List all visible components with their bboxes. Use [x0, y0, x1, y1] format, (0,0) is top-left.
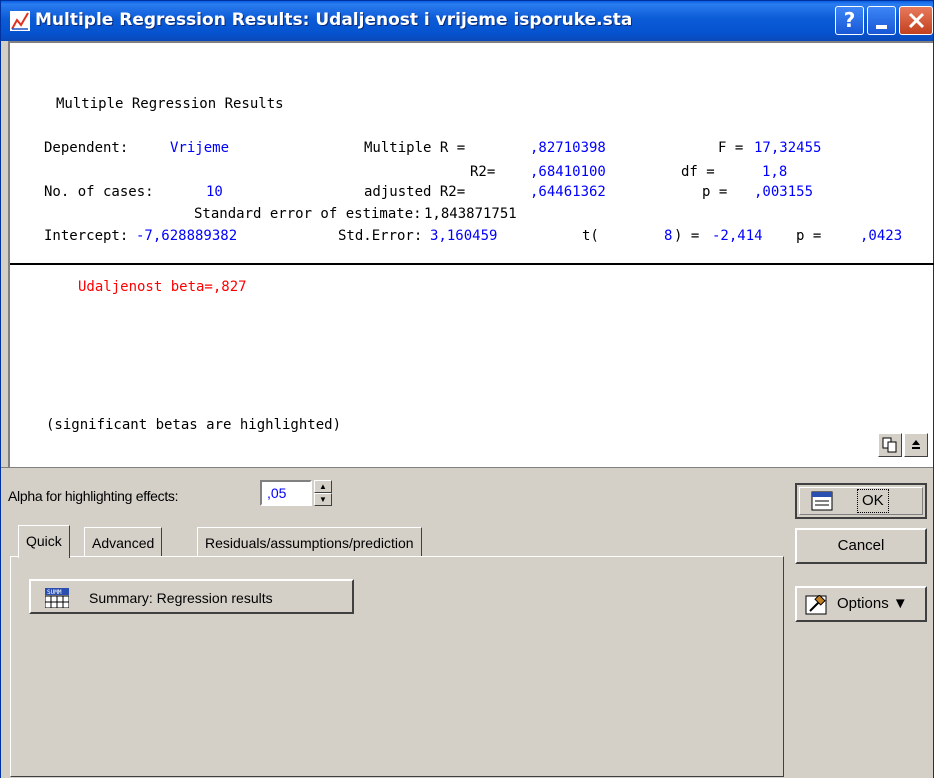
- alpha-spinner[interactable]: ▲ ▼: [314, 480, 332, 506]
- dependent-value: Vrijeme: [170, 140, 230, 156]
- df-value: 1,8: [762, 164, 788, 180]
- collapse-output-button[interactable]: [904, 433, 928, 457]
- intercept-value: -7,628889382: [136, 228, 238, 244]
- p2-value: ,0423: [860, 228, 903, 244]
- spin-up-icon[interactable]: ▲: [314, 480, 332, 493]
- r2-value: ,68410100: [530, 164, 606, 180]
- t-label: t(: [582, 228, 599, 244]
- t-equals: ) =: [674, 228, 700, 244]
- tab-residuals[interactable]: Residuals/assumptions/prediction: [197, 527, 422, 557]
- results-output-pane[interactable]: Multiple Regression Results Dependent: V…: [8, 41, 934, 467]
- svg-text:SUMM: SUMM: [47, 589, 62, 596]
- title-bar[interactable]: Multiple Regression Results: Udaljenost …: [1, 1, 933, 41]
- std-error-value: 3,160459: [430, 228, 498, 244]
- multiple-r-value: ,82710398: [530, 140, 606, 156]
- t-value: -2,414: [712, 228, 763, 244]
- std-error-estimate-label: Standard error of estimate:: [194, 206, 422, 222]
- spin-down-icon[interactable]: ▼: [314, 493, 332, 506]
- p2-label: p =: [796, 228, 822, 244]
- df-label: df =: [681, 164, 715, 180]
- r2-label: R2=: [470, 164, 496, 180]
- output-divider: [10, 263, 934, 265]
- options-button-label: Options ▼: [837, 595, 908, 612]
- t-df-value: 8: [664, 228, 673, 244]
- intercept-label: Intercept:: [44, 228, 129, 244]
- statistica-icon: [10, 11, 30, 31]
- close-icon: [908, 12, 924, 29]
- scroll-up-icon: [912, 440, 920, 449]
- ok-button-label: OK: [857, 489, 889, 513]
- cases-value: 10: [206, 184, 223, 200]
- summary-button-label: Summary: Regression results: [89, 590, 273, 606]
- copy-button[interactable]: [878, 433, 902, 457]
- p-value: ,003155: [754, 184, 814, 200]
- adjusted-r2-label: adjusted R2=: [364, 184, 466, 200]
- std-error-label: Std.Error:: [338, 228, 423, 244]
- options-hammer-icon: [805, 595, 827, 615]
- multiple-r-label: Multiple R =: [364, 140, 466, 156]
- beta-highlight-line: Udaljenost beta=,827: [78, 279, 247, 295]
- help-button[interactable]: ?: [835, 6, 864, 35]
- dialog-controls: Alpha for highlighting effects: ,05 ▲ ▼ …: [1, 467, 933, 778]
- adjusted-r2-value: ,64461362: [530, 184, 606, 200]
- output-heading: Multiple Regression Results: [56, 96, 284, 112]
- ok-sheet-icon: [811, 491, 833, 511]
- f-label: F =: [718, 140, 744, 156]
- cases-label: No. of cases:: [44, 184, 154, 200]
- alpha-label: Alpha for highlighting effects:: [8, 488, 179, 504]
- dependent-label: Dependent:: [44, 140, 129, 156]
- f-value: 17,32455: [754, 140, 822, 156]
- regression-results-window: Multiple Regression Results: Udaljenost …: [0, 0, 934, 778]
- options-button[interactable]: Options ▼: [795, 586, 927, 622]
- copy-icon: [882, 437, 897, 453]
- ok-button[interactable]: OK: [795, 483, 927, 519]
- close-button[interactable]: [899, 6, 933, 35]
- summary-regression-button[interactable]: SUMM Summary: Regression results: [29, 579, 354, 614]
- window-title: Multiple Regression Results: Udaljenost …: [35, 10, 633, 30]
- summary-table-icon: SUMM: [45, 588, 69, 608]
- tab-quick[interactable]: Quick: [18, 525, 70, 558]
- p-label: p =: [702, 184, 728, 200]
- cancel-button[interactable]: Cancel: [795, 528, 927, 564]
- std-error-estimate-value: 1,843871751: [424, 206, 517, 222]
- tab-advanced[interactable]: Advanced: [84, 527, 163, 557]
- significance-note: (significant betas are highlighted): [46, 417, 342, 433]
- minimize-button[interactable]: [867, 6, 896, 35]
- alpha-input[interactable]: ,05: [260, 480, 312, 506]
